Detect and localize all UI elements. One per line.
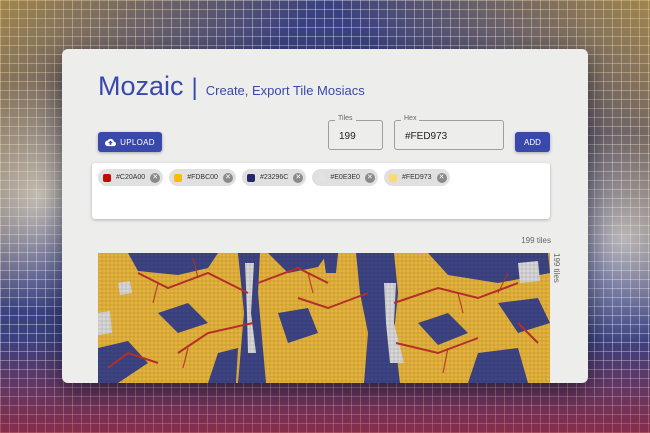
color-chip[interactable]: #FED973 ✕: [383, 169, 450, 186]
color-chip[interactable]: #FDBC00 ✕: [169, 169, 236, 186]
close-icon[interactable]: ✕: [150, 172, 161, 183]
color-code: #C20A00: [116, 174, 146, 181]
tiles-field[interactable]: Tiles 199: [328, 115, 383, 150]
app-card: Mozaic | Create, Export Tile Mosiacs UPL…: [62, 49, 588, 383]
color-swatch: [317, 173, 326, 182]
color-code: #23296C: [259, 174, 289, 181]
color-chip[interactable]: #C20A00 ✕: [98, 169, 164, 186]
tiles-field-value: 199: [339, 131, 356, 142]
tiles-field-label: Tiles: [335, 115, 356, 122]
upload-button-label: UPLOAD: [120, 137, 155, 147]
app-tagline: Create, Export Tile Mosiacs: [205, 83, 365, 98]
mosaic-preview: [98, 253, 550, 383]
color-swatch: [174, 173, 183, 182]
tile-count-vertical-label: 199 tiles: [552, 253, 561, 283]
add-color-button[interactable]: ADD: [515, 132, 550, 152]
mosaic-canvas: [98, 253, 550, 383]
close-icon[interactable]: ✕: [364, 172, 375, 183]
color-code: #E0E3E0: [330, 174, 360, 181]
close-icon[interactable]: ✕: [293, 172, 304, 183]
close-icon[interactable]: ✕: [222, 172, 233, 183]
close-icon[interactable]: ✕: [436, 172, 447, 183]
palette-chip-list: #C20A00 ✕ #FDBC00 ✕ #23296C ✕ #E0E3E0 ✕ …: [92, 163, 550, 186]
add-button-label: ADD: [524, 137, 541, 147]
color-chip[interactable]: #23296C ✕: [241, 169, 307, 186]
tile-count-label: 199 tiles: [521, 236, 551, 245]
color-swatch: [103, 173, 111, 182]
color-code: #FDBC00: [187, 174, 218, 181]
palette-panel: #C20A00 ✕ #FDBC00 ✕ #23296C ✕ #E0E3E0 ✕ …: [92, 163, 550, 219]
color-swatch: [246, 173, 255, 182]
color-code: #FED973: [401, 174, 432, 181]
color-swatch: [388, 173, 397, 182]
hex-field-label: Hex: [401, 115, 420, 122]
app-header: Mozaic | Create, Export Tile Mosiacs: [98, 73, 365, 100]
app-title: Mozaic: [98, 71, 184, 101]
color-chip[interactable]: #E0E3E0 ✕: [312, 169, 378, 186]
cloud-upload-icon: [105, 138, 117, 146]
title-separator: |: [191, 74, 198, 101]
hex-field[interactable]: Hex #FED973: [394, 115, 504, 150]
hex-field-value: #FED973: [405, 131, 448, 142]
upload-button[interactable]: UPLOAD: [98, 132, 162, 152]
